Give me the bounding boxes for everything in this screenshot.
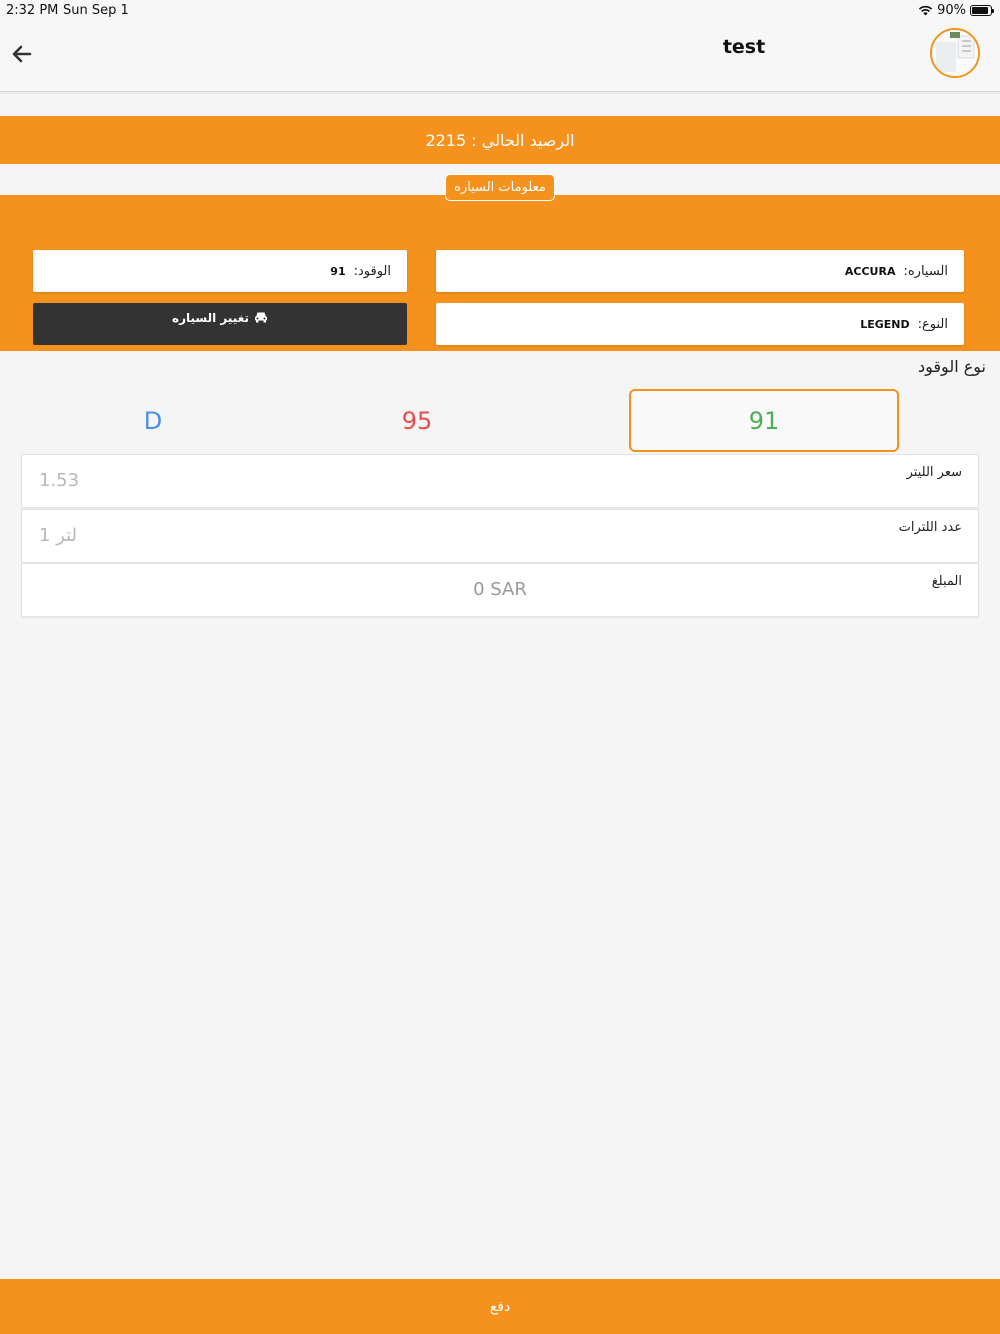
balance-bar: الرصيد الحالي : 2215 <box>0 116 1000 164</box>
liters-label: عدد اللترات <box>898 520 962 535</box>
fuel-option-label: 95 <box>401 406 433 435</box>
balance-text: الرصيد الحالي : 2215 <box>425 130 575 150</box>
pay-button[interactable]: دفع <box>0 1279 1000 1334</box>
battery-icon <box>970 5 994 16</box>
wifi-icon <box>918 5 933 16</box>
car-type-field: النوع: LEGEND <box>436 303 964 345</box>
user-avatar-image <box>932 30 978 76</box>
amount-value: 0 SAR <box>473 579 527 600</box>
fuel-type-label: نوع الوقود <box>918 357 986 376</box>
status-right: 90% <box>918 3 994 18</box>
liters-row[interactable]: عدد اللترات لتر 1 <box>21 509 979 563</box>
car-type-value: LEGEND <box>860 317 910 331</box>
price-per-liter-row: سعر الليتر 1.53 <box>21 454 979 508</box>
fuel-option-label: D <box>143 406 163 435</box>
fuel-option-diesel[interactable]: D <box>40 389 266 452</box>
navigation-bar: test <box>0 22 1000 92</box>
price-per-liter-value: 1.53 <box>39 470 80 491</box>
battery-percent: 90% <box>937 3 966 18</box>
arrow-left-icon <box>12 45 32 63</box>
car-type-label: النوع: <box>917 316 948 332</box>
liters-input[interactable]: لتر 1 <box>39 525 77 546</box>
status-bar: 2:32 PM Sun Sep 1 90% <box>0 0 1000 22</box>
car-info-tab: معلومات السياره <box>445 174 555 201</box>
car-info-tab-label: معلومات السياره <box>454 180 546 195</box>
page-title: test <box>722 36 766 58</box>
car-name-value: ACCURA <box>844 264 896 278</box>
change-car-button[interactable]: تغيير السياره <box>33 303 407 345</box>
change-car-label: تغيير السياره <box>172 311 249 325</box>
car-fuel-value: 91 <box>330 264 346 278</box>
car-icon <box>254 312 267 323</box>
status-time: 2:32 PM <box>6 3 59 18</box>
pay-button-label: دفع <box>489 1298 511 1315</box>
amount-row: المبلغ 0 SAR <box>21 563 979 617</box>
car-name-field: السياره: ACCURA <box>436 250 964 292</box>
status-date: Sun Sep 1 <box>63 3 129 18</box>
car-fuel-label: الوقود: <box>353 263 391 279</box>
fuel-option-91[interactable]: 91 <box>629 389 899 452</box>
car-name-label: السياره: <box>903 263 948 279</box>
avatar[interactable] <box>930 28 980 78</box>
fuel-option-label: 91 <box>748 406 780 435</box>
back-button[interactable] <box>8 38 36 70</box>
price-per-liter-label: سعر الليتر <box>906 465 962 480</box>
fuel-option-95[interactable]: 95 <box>304 389 530 452</box>
car-fuel-field: الوقود: 91 <box>33 250 407 292</box>
